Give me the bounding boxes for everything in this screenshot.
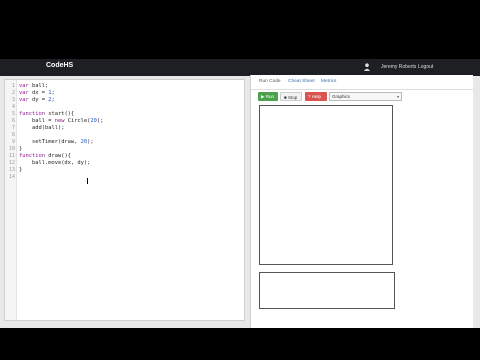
line-number: 7	[11, 125, 15, 131]
username-link[interactable]: Jeremy Roberts	[381, 64, 416, 70]
code-editor[interactable]: 1 var ball; 2 var dx = 1; 3 var dy = 2; 4 5 func…	[4, 79, 245, 321]
code-line: }	[19, 146, 23, 152]
line-number: 4	[11, 104, 15, 110]
line-number: 3	[11, 97, 15, 103]
help-button[interactable]: ? Help	[305, 92, 327, 101]
line-number: 6	[11, 118, 15, 124]
graphics-canvas[interactable]	[259, 105, 393, 265]
line-number: 11	[8, 153, 15, 159]
code-line: var ball;	[19, 83, 49, 89]
tab-metrics[interactable]: Metrics	[321, 79, 336, 84]
console-output	[259, 272, 395, 309]
line-number: 13	[8, 167, 15, 173]
code-line: var dy = 2;	[19, 97, 55, 103]
top-navbar: CodeHS Jeremy Roberts Logout	[0, 59, 480, 76]
line-number: 12	[8, 160, 15, 166]
app-window: CodeHS Jeremy Roberts Logout 1 var ball; 2…	[0, 59, 480, 328]
code-line: function start(){	[19, 111, 75, 117]
line-number: 5	[11, 111, 15, 117]
code-line: var dx = 1;	[19, 90, 55, 96]
codehs-logo[interactable]: CodeHS	[46, 62, 73, 69]
line-number: 1	[11, 83, 15, 89]
run-button[interactable]: ▶ Run	[258, 92, 278, 101]
code-line: ball = new Circle(20);	[19, 118, 104, 124]
line-number: 10	[8, 146, 15, 152]
line-number: 14	[8, 174, 15, 180]
code-line: }	[19, 167, 23, 173]
mode-select-value: Graphics	[332, 94, 351, 99]
line-number: 9	[11, 139, 15, 145]
tab-cheat-sheet[interactable]: Cheat Sheet	[288, 79, 315, 84]
logout-link[interactable]: Logout	[418, 64, 433, 70]
user-icon	[364, 63, 370, 71]
tab-run-code[interactable]: Run Code	[259, 79, 281, 84]
output-tabs: Run Code Cheat Sheet Metrics	[251, 75, 473, 90]
output-panel: Run Code Cheat Sheet Metrics ▶ Run ■ Sto…	[250, 75, 473, 328]
text-cursor	[87, 178, 88, 184]
line-number: 8	[11, 132, 15, 138]
code-line: add(ball);	[19, 125, 65, 131]
line-number: 2	[11, 90, 15, 96]
code-line: function draw(){	[19, 153, 71, 159]
code-line: setTimer(draw, 20);	[19, 139, 94, 145]
code-line: ball.move(dx, dy);	[19, 160, 91, 166]
chevron-down-icon: ▾	[396, 94, 399, 99]
stop-button[interactable]: ■ Stop	[280, 92, 302, 101]
mode-select[interactable]: Graphics ▾	[329, 92, 402, 101]
